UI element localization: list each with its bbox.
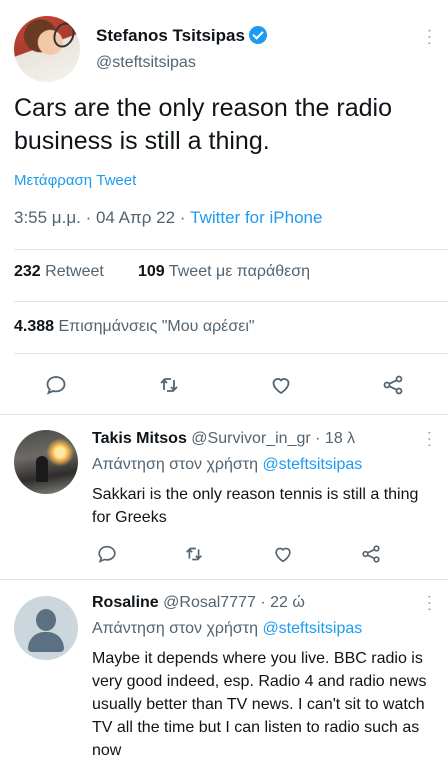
tweet-text: Cars are the only reason the radio busin… [14,94,392,155]
replying-mention[interactable]: @steftsitsipas [262,620,362,637]
quotes-count: 109 [138,263,165,280]
quotes-label: Tweet με παράθεση [168,263,311,280]
verified-badge-icon [248,26,267,44]
tweet-time[interactable]: 3:55 μ.μ. [14,208,81,227]
retweets-label: Retweet [45,263,104,280]
divider [0,414,448,415]
reply-icon[interactable] [44,373,68,397]
author-avatar[interactable] [14,16,80,82]
tweet-meta: 3:55 μ.μ. · 04 Απρ 22 · Twitter for iPho… [14,208,323,227]
replying-to: Απάντηση στον χρήστη @steftsitsipas [92,456,362,474]
divider [14,301,448,302]
likes-label: Επισημάνσεις "Μου αρέσει" [58,318,255,335]
reply-text: Sakkari is the only reason tennis is sti… [92,486,419,526]
author-handle[interactable]: @steftsitsipas [96,54,196,72]
retweets-stat[interactable]: 232 Retweet [14,263,104,281]
retweets-count: 232 [14,263,41,280]
replying-to: Απάντηση στον χρήστη @steftsitsipas [92,620,362,638]
reply-avatar[interactable] [14,430,78,494]
like-icon[interactable] [269,373,293,397]
tweet-source[interactable]: Twitter for iPhone [190,208,322,227]
translate-tweet-link[interactable]: Μετάφραση Tweet [14,172,136,189]
retweet-icon[interactable] [183,543,205,565]
reply-author-name[interactable]: Takis Mitsos [92,430,187,447]
share-icon[interactable] [360,543,382,565]
tweet-date[interactable]: 04 Απρ 22 [96,208,175,227]
replying-prefix: Απάντηση στον χρήστη [92,456,258,473]
reply-author-name[interactable]: Rosaline [92,594,159,611]
reply-avatar[interactable] [14,596,78,660]
divider [14,353,448,354]
reply-age[interactable]: 22 ώ [270,594,305,611]
likes-count: 4.388 [14,318,55,335]
share-icon[interactable] [381,373,405,397]
reply-icon[interactable] [96,543,118,565]
more-icon[interactable]: ··· [420,28,438,47]
divider [14,249,448,250]
reply-author-handle[interactable]: @Survivor_in_gr [191,430,310,447]
replying-prefix: Απάντηση στον χρήστη [92,620,258,637]
more-icon[interactable]: ··· [420,430,438,449]
likes-stat[interactable]: 4.388 Επισημάνσεις "Μου αρέσει" [14,318,255,336]
more-icon[interactable]: ··· [420,594,438,613]
reply-author-handle[interactable]: @Rosal7777 [163,594,256,611]
quotes-stat[interactable]: 109 Tweet με παράθεση [138,263,310,281]
like-icon[interactable] [272,543,294,565]
divider [0,579,448,580]
retweet-icon[interactable] [157,373,181,397]
author-name-row[interactable]: Stefanos Tsitsipas [96,26,267,46]
reply-header: Rosaline @Rosal7777 · 22 ώ [92,594,305,611]
reply-age[interactable]: 18 λ [325,430,355,447]
author-name[interactable]: Stefanos Tsitsipas [96,26,245,45]
reply-text: Maybe it depends where you live. BBC rad… [92,650,427,759]
replying-mention[interactable]: @steftsitsipas [262,456,362,473]
reply-header: Takis Mitsos @Survivor_in_gr · 18 λ [92,430,356,447]
